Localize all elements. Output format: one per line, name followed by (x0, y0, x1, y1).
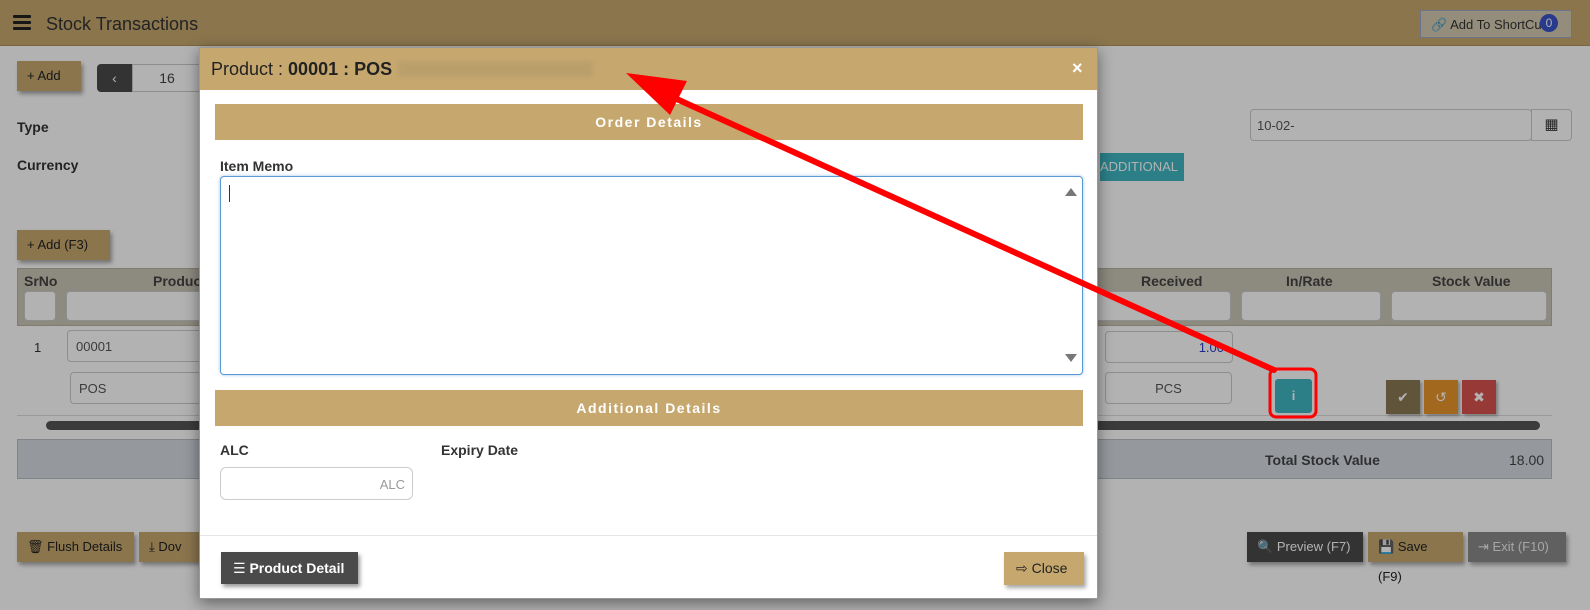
alc-placeholder: ALC (379, 477, 405, 492)
order-details-header: Order Details (215, 104, 1083, 140)
modal-title-product: 00001 : POS (288, 59, 393, 79)
product-detail-button[interactable]: ☰ Product Detail (221, 552, 358, 584)
product-modal: Product : 00001 : POS × Order Details It… (199, 47, 1098, 599)
scroll-down-icon[interactable] (1065, 354, 1077, 362)
text-caret (229, 185, 230, 202)
close-button[interactable]: ⇨ Close (1004, 552, 1084, 585)
modal-title-prefix: Product : (211, 59, 289, 79)
item-memo-label: Item Memo (220, 158, 294, 174)
modal-header: Product : 00001 : POS × (200, 48, 1097, 90)
item-memo-textarea[interactable] (220, 176, 1083, 375)
list-icon: ☰ (233, 560, 246, 576)
alc-label: ALC (220, 442, 249, 458)
sign-out-icon: ⇨ (1016, 560, 1028, 576)
modal-title: Product : 00001 : POS (211, 59, 594, 80)
modal-footer-divider (200, 535, 1097, 536)
alc-input[interactable]: ALC (220, 467, 413, 500)
redacted-text (398, 61, 594, 77)
expiry-date-label: Expiry Date (441, 442, 519, 458)
close-icon[interactable]: × (1072, 58, 1083, 79)
close-label: Close (1031, 560, 1068, 576)
product-detail-label: Product Detail (249, 560, 345, 576)
scroll-up-icon[interactable] (1065, 188, 1077, 196)
additional-details-header: Additional Details (215, 390, 1083, 426)
